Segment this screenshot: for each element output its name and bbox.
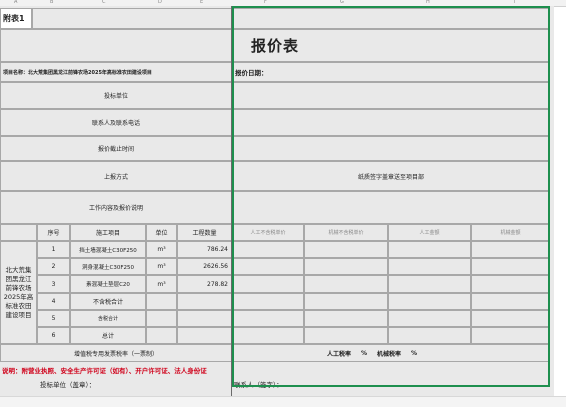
row-1-unit[interactable]: m³ xyxy=(146,241,177,258)
row-3-labor-amount[interactable] xyxy=(388,275,471,293)
row-3-unit[interactable]: m³ xyxy=(146,275,177,293)
deadline-label[interactable]: 报价截止时间 xyxy=(0,136,232,161)
row-2-labor-price[interactable] xyxy=(232,258,304,275)
row-3-labor-price[interactable] xyxy=(232,275,304,293)
row-2-qty[interactable]: 2626.56 xyxy=(177,258,232,275)
row-4-labor-price[interactable] xyxy=(232,293,304,310)
row-1-qty[interactable]: 786.24 xyxy=(177,241,232,258)
sheet-tag[interactable]: 附表1 xyxy=(0,8,32,29)
row-6-qty[interactable] xyxy=(177,327,232,344)
row-2-labor-amount[interactable] xyxy=(388,258,471,275)
column-letter-b[interactable]: B xyxy=(50,0,53,5)
row-2-machine-amount[interactable] xyxy=(471,258,550,275)
row-6-machine-amount[interactable] xyxy=(471,327,550,344)
sheet-bottom-area xyxy=(0,396,566,407)
requirements-note[interactable]: 说明：附营业执照、安全生产许可证（如有）、开户许可证、法人身份证 xyxy=(0,362,550,377)
row-1-item[interactable]: 挡土墙混凝土C30F250 xyxy=(70,241,146,258)
bidder-unit-value[interactable] xyxy=(232,82,550,109)
header-machine-amount[interactable]: 机械金额 xyxy=(471,224,550,241)
header-labor-amount[interactable]: 人工金额 xyxy=(388,224,471,241)
row-5-seq[interactable]: 5 xyxy=(37,310,70,327)
row-3-machine-amount[interactable] xyxy=(471,275,550,293)
row-6-unit[interactable] xyxy=(146,327,177,344)
row-4-item[interactable]: 不含税合计 xyxy=(70,293,146,310)
bidder-unit-label[interactable]: 投标单位 xyxy=(0,82,232,109)
contact-signature[interactable]: 联系人（签字）： xyxy=(232,377,550,391)
row-5-item[interactable]: 含税合计 xyxy=(70,310,146,327)
header-machine-price[interactable]: 机械不含税单价 xyxy=(304,224,388,241)
column-letter-e[interactable]: E xyxy=(200,0,203,5)
quote-date-label[interactable]: 报价日期： xyxy=(232,62,550,82)
row-1-machine-amount[interactable] xyxy=(471,241,550,258)
row-1-labor-amount[interactable] xyxy=(388,241,471,258)
machine-tax-percent: % xyxy=(411,349,418,357)
row-4-unit[interactable] xyxy=(146,293,177,310)
row-5-labor-amount[interactable] xyxy=(388,310,471,327)
submit-method-value[interactable]: 纸质签字盖章送至项目部 xyxy=(232,161,550,191)
title-cell-left[interactable] xyxy=(32,8,232,29)
header-labor-price[interactable]: 人工不含税单价 xyxy=(232,224,304,241)
row-1-machine-price[interactable] xyxy=(304,241,388,258)
machine-tax-label: 机械税率 xyxy=(377,350,402,358)
deadline-value[interactable] xyxy=(232,136,550,161)
row-2-unit[interactable]: m³ xyxy=(146,258,177,275)
row-5-machine-price[interactable] xyxy=(304,310,388,327)
column-letter-d[interactable]: D xyxy=(158,0,162,5)
contact-value[interactable] xyxy=(232,109,550,136)
submit-method-label[interactable]: 上报方式 xyxy=(0,161,232,191)
column-letter-i[interactable]: I xyxy=(514,0,515,5)
row-5-machine-amount[interactable] xyxy=(471,310,550,327)
header-unit[interactable]: 单位 xyxy=(146,224,177,241)
row-4-qty[interactable] xyxy=(177,293,232,310)
row-6-labor-amount[interactable] xyxy=(388,327,471,344)
title-cell-right[interactable] xyxy=(232,8,550,29)
labor-tax-label: 人工税率 xyxy=(327,350,352,358)
spreadsheet-grid[interactable]: 附表1 报价表 项目名称：北大荒集团黑龙江前锋农场2025年高标准农田建设项目 … xyxy=(0,6,554,396)
row-4-labor-amount[interactable] xyxy=(388,293,471,310)
work-content-label[interactable]: 工作内容及报价说明 xyxy=(0,191,232,224)
row-5-unit[interactable] xyxy=(146,310,177,327)
row-3-item[interactable]: 素混凝土垫层C20 xyxy=(70,275,146,293)
row-6-labor-price[interactable] xyxy=(232,327,304,344)
vat-rate-cell[interactable]: 人工税率 % 机械税率 % xyxy=(232,344,550,362)
row-3-seq[interactable]: 3 xyxy=(37,275,70,293)
row-4-machine-price[interactable] xyxy=(304,293,388,310)
column-letter-g[interactable]: G xyxy=(340,0,344,5)
column-letter-c[interactable]: C xyxy=(102,0,106,5)
row-3-qty[interactable]: 278.82 xyxy=(177,275,232,293)
bidder-signature[interactable]: 投标单位（盖章）： xyxy=(0,377,232,391)
row-2-seq[interactable]: 2 xyxy=(37,258,70,275)
labor-tax-percent: % xyxy=(361,349,368,357)
header-item[interactable]: 施工项目 xyxy=(70,224,146,241)
row-3-machine-price[interactable] xyxy=(304,275,388,293)
row-1-labor-price[interactable] xyxy=(232,241,304,258)
row-2-item[interactable]: 洞身混凝土C30F250 xyxy=(70,258,146,275)
group-header-blank[interactable] xyxy=(0,224,37,241)
row-5-labor-price[interactable] xyxy=(232,310,304,327)
row-6-item[interactable]: 总计 xyxy=(70,327,146,344)
row-6-machine-price[interactable] xyxy=(304,327,388,344)
row-4-machine-amount[interactable] xyxy=(471,293,550,310)
column-letter-f[interactable]: F xyxy=(264,0,267,5)
column-letter-a[interactable]: A xyxy=(14,0,17,5)
vat-type-label[interactable]: 增值税专用发票税率（一票制） xyxy=(0,344,232,362)
row-1-seq[interactable]: 1 xyxy=(37,241,70,258)
row-4-seq[interactable]: 4 xyxy=(37,293,70,310)
contact-label[interactable]: 联系人及联系电话 xyxy=(0,109,232,136)
header-seq[interactable]: 序号 xyxy=(37,224,70,241)
row-2-machine-price[interactable] xyxy=(304,258,388,275)
row-5-qty[interactable] xyxy=(177,310,232,327)
frozen-pane-divider[interactable] xyxy=(231,6,232,406)
row-6-seq[interactable]: 6 xyxy=(37,327,70,344)
project-group-label[interactable]: 北大荒集团黑龙江前锋农场2025年高标准农田建设项目 xyxy=(0,241,37,344)
sheet-title[interactable]: 报价表 xyxy=(0,29,550,62)
project-name[interactable]: 项目名称：北大荒集团黑龙江前锋农场2025年高标准农田建设项目 xyxy=(0,62,232,82)
work-content-value[interactable] xyxy=(232,191,550,224)
column-letter-h[interactable]: H xyxy=(426,0,430,5)
header-qty[interactable]: 工程数量 xyxy=(177,224,232,241)
